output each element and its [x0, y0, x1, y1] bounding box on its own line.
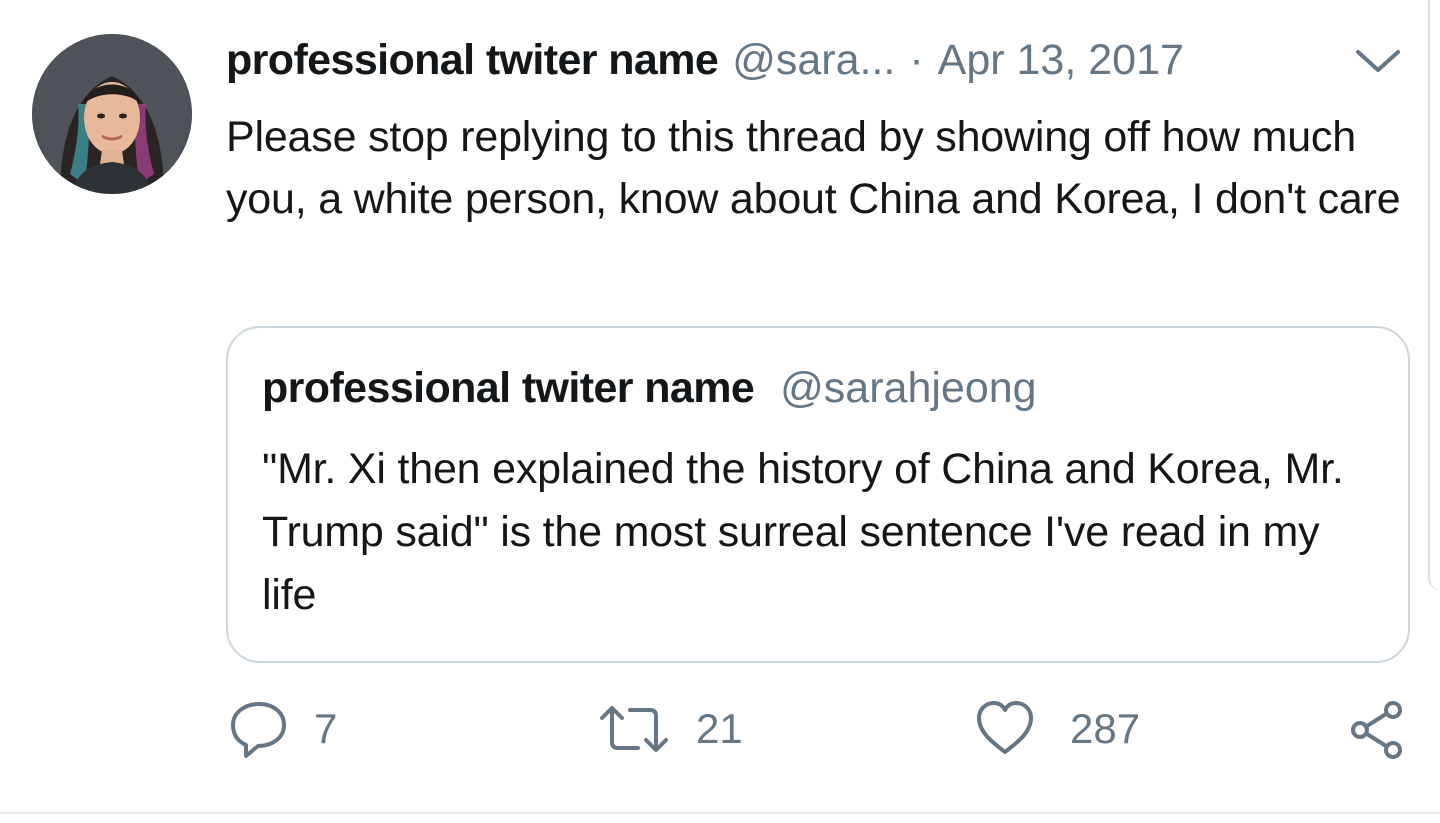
divider: [0, 812, 1440, 814]
author-name[interactable]: professional twiter name: [226, 36, 719, 85]
scrollbar[interactable]: [1428, 0, 1440, 590]
retweet-button[interactable]: 21: [598, 698, 743, 760]
quoted-tweet[interactable]: professional twiter name @sarahjeong "Mr…: [226, 326, 1410, 663]
reply-icon: [231, 702, 286, 758]
action-bar: 7 21 287: [0, 698, 1440, 762]
avatar[interactable]: [32, 34, 192, 194]
chevron-down-icon[interactable]: [1350, 40, 1406, 80]
like-button[interactable]: 287: [974, 698, 1140, 760]
separator-dot: ·: [909, 35, 924, 84]
quoted-author-handle: @sarahjeong: [780, 364, 1037, 412]
quoted-tweet-text: "Mr. Xi then explained the history of Ch…: [262, 445, 1344, 619]
author-handle[interactable]: @sara...: [732, 36, 895, 85]
tweet-header: professional twiter name @sara... · Apr …: [226, 30, 1184, 90]
reply-count: 7: [314, 705, 338, 752]
tweet-card[interactable]: professional twiter name @sara... · Apr …: [0, 0, 1440, 823]
profile-photo-icon: [32, 34, 192, 194]
quoted-tweet-header: professional twiter name @sarahjeong: [262, 364, 1037, 413]
reply-button[interactable]: 7: [228, 698, 337, 760]
heart-icon: [977, 701, 1033, 754]
share-icon: [1351, 701, 1402, 759]
tweet-date[interactable]: Apr 13, 2017: [938, 36, 1184, 85]
like-count: 287: [1070, 705, 1141, 752]
tweet-text: Please stop replying to this thread by s…: [226, 113, 1401, 223]
retweet-count: 21: [696, 705, 743, 752]
quoted-author-name: professional twiter name: [262, 364, 755, 412]
share-button[interactable]: [1346, 698, 1408, 760]
retweet-icon: [600, 706, 668, 752]
